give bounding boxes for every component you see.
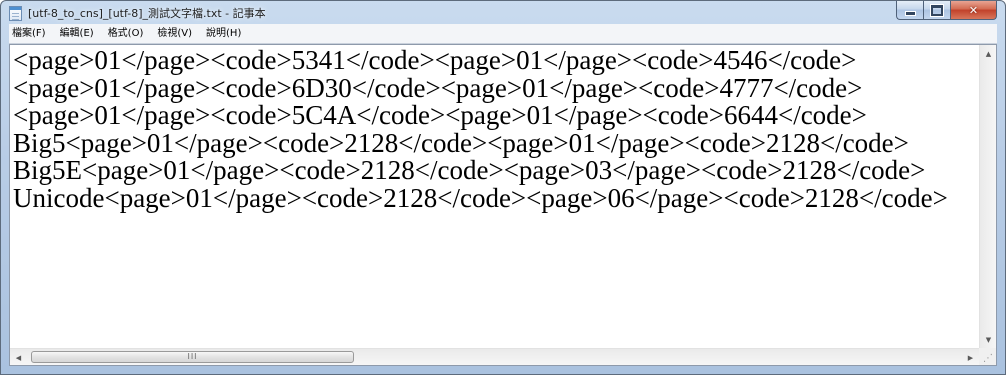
title-bar[interactable]: [utf-8_to_cns]_[utf-8]_測試文字檔.txt - 記事本 ✕ [1, 1, 1005, 24]
scroll-left-icon[interactable]: ◀ [10, 349, 27, 365]
close-button[interactable]: ✕ [950, 1, 997, 20]
vertical-scrollbar[interactable]: ▲ ▼ [979, 45, 996, 348]
text-line: Unicode<page>01</page><code>2128</code><… [13, 182, 948, 213]
grip-icon: III [187, 352, 198, 361]
text-line: <page>01</page><code>5C4A</code><page>01… [13, 100, 867, 130]
horizontal-scrollbar[interactable]: ◀ III ▶ [10, 348, 979, 365]
menu-help[interactable]: 說明(H) [199, 24, 248, 43]
scroll-right-icon[interactable]: ▶ [962, 349, 979, 365]
window-title: [utf-8_to_cns]_[utf-8]_測試文字檔.txt - 記事本 [28, 7, 266, 20]
menu-format[interactable]: 格式(O) [101, 24, 151, 43]
close-icon: ✕ [968, 3, 979, 17]
scroll-down-icon[interactable]: ▼ [980, 331, 996, 348]
maximize-icon [931, 4, 943, 16]
text-content[interactable]: <page>01</page><code>5341</code><page>01… [10, 45, 979, 348]
text-editor[interactable]: <page>01</page><code>5341</code><page>01… [9, 44, 997, 366]
text-line: Big5<page>01</page><code>2128</code><pag… [13, 127, 909, 158]
text-line: <page>01</page><code>5341</code><page>01… [13, 45, 857, 75]
minimize-icon [904, 11, 916, 16]
menu-bar: 檔案(F) 編輯(E) 格式(O) 檢視(V) 說明(H) [9, 24, 997, 44]
resize-grip-icon[interactable] [979, 348, 996, 365]
maximize-button[interactable] [923, 1, 950, 20]
horizontal-scroll-thumb[interactable]: III [31, 351, 354, 363]
caption-buttons: ✕ [896, 1, 997, 20]
menu-view[interactable]: 檢視(V) [150, 24, 199, 43]
scroll-up-icon[interactable]: ▲ [980, 45, 996, 62]
menu-file[interactable]: 檔案(F) [9, 24, 53, 43]
notepad-icon[interactable] [9, 6, 22, 21]
minimize-button[interactable] [896, 1, 923, 20]
text-line: Big5E<page>01</page><code>2128</code><pa… [13, 155, 926, 185]
text-line: <page>01</page><code>6D30</code><page>01… [13, 72, 863, 103]
menu-edit[interactable]: 編輯(E) [53, 24, 101, 43]
notepad-window: [utf-8_to_cns]_[utf-8]_測試文字檔.txt - 記事本 ✕… [0, 0, 1006, 375]
